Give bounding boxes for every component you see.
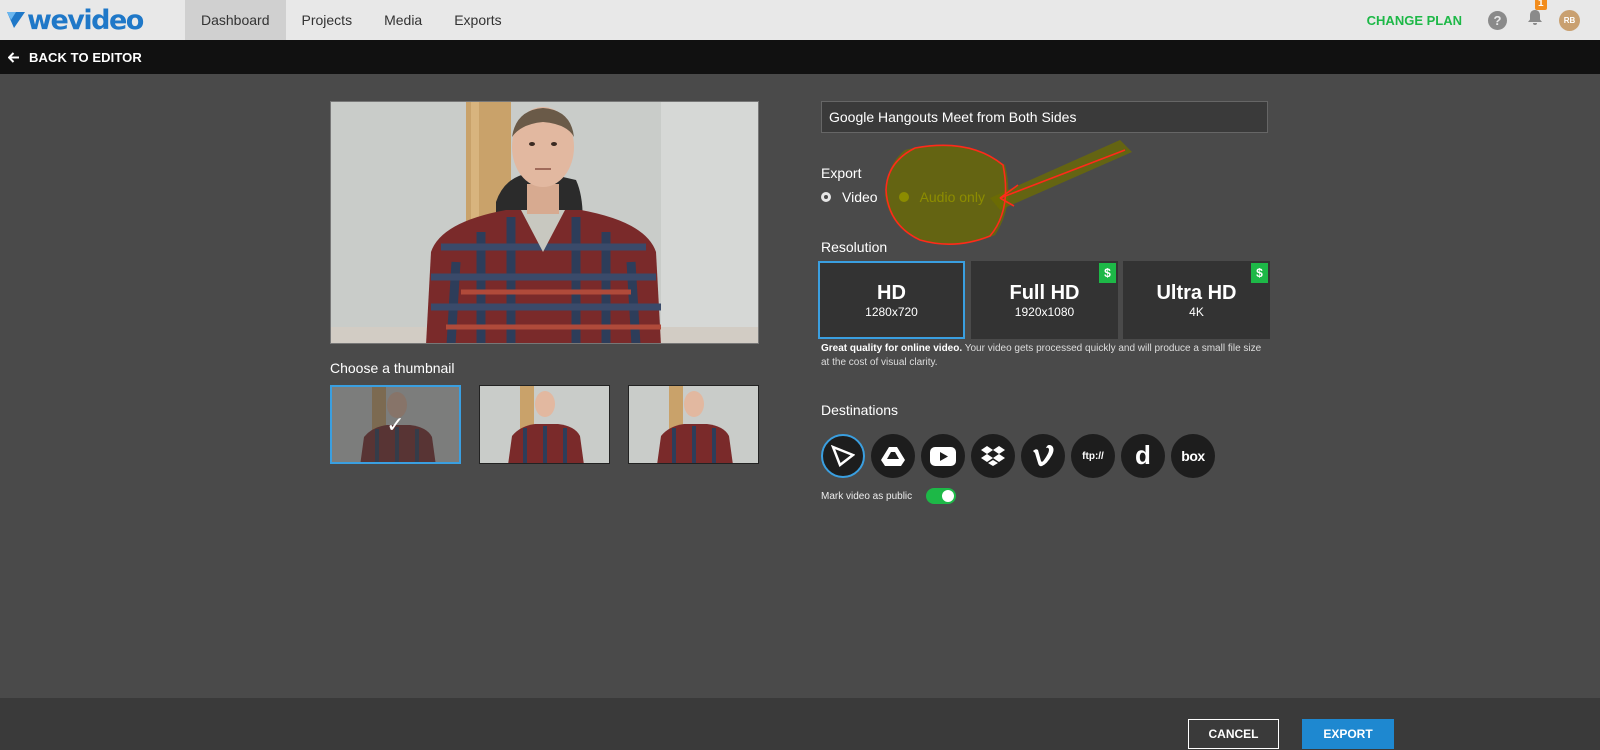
radio-video-label: Video <box>842 189 878 205</box>
export-label: Export <box>821 165 862 181</box>
wevideo-icon <box>831 445 855 467</box>
resolution-hd[interactable]: HD 1280x720 <box>818 261 965 339</box>
resolution-ultra-hd-name: Ultra HD <box>1156 281 1237 304</box>
arrow-left-icon <box>8 51 19 63</box>
bell-icon <box>1528 10 1542 25</box>
thumbnail-image <box>629 386 758 463</box>
google-drive-icon <box>881 446 905 466</box>
mark-public-row: Mark video as public <box>821 488 957 504</box>
radio-audio-only-dot <box>898 192 909 202</box>
dropbox-icon <box>981 446 1005 466</box>
notifications-button[interactable]: 1 <box>1527 0 1547 31</box>
destination-google-drive[interactable] <box>871 434 915 478</box>
thumbnail-option-1[interactable]: ✓ <box>330 385 461 464</box>
destination-box[interactable]: box <box>1171 434 1215 478</box>
wevideo-logo-icon <box>7 12 25 28</box>
tab-exports[interactable]: Exports <box>438 0 517 40</box>
destination-ftp[interactable]: ftp:// <box>1071 434 1115 478</box>
thumbnail-option-2[interactable] <box>479 385 610 464</box>
resolution-full-hd[interactable]: $ Full HD 1920x1080 <box>971 261 1118 339</box>
video-title-input[interactable] <box>821 101 1268 133</box>
annotation-overlay <box>885 140 1132 245</box>
destinations-label: Destinations <box>821 402 899 418</box>
destination-dailymotion[interactable]: d <box>1121 434 1165 478</box>
destination-wevideo[interactable] <box>821 434 865 478</box>
mark-public-toggle[interactable] <box>926 488 957 504</box>
radio-video-dot <box>821 192 831 202</box>
radio-audio-only[interactable]: Audio only <box>898 189 985 205</box>
premium-dollar-icon: $ <box>1251 263 1268 283</box>
radio-video[interactable]: Video <box>821 189 878 205</box>
premium-dollar-icon: $ <box>1099 263 1116 283</box>
resolution-description: Great quality for online video. Your vid… <box>821 342 1271 370</box>
brand-name: wevideo <box>27 4 144 36</box>
radio-audio-only-label: Audio only <box>919 189 985 205</box>
destination-vimeo[interactable] <box>1021 434 1065 478</box>
video-preview <box>330 101 759 344</box>
resolution-hd-name: HD <box>877 281 906 304</box>
cancel-button[interactable]: CANCEL <box>1188 719 1279 749</box>
back-to-editor-label: BACK TO EDITOR <box>29 49 142 65</box>
ftp-icon: ftp:// <box>1082 450 1104 462</box>
checkmark-icon: ✓ <box>386 411 405 437</box>
wevideo-logo[interactable]: wevideo <box>7 7 185 34</box>
resolution-full-hd-size: 1920x1080 <box>1014 304 1075 319</box>
top-nav: wevideo Dashboard Projects Media Exports… <box>0 0 1600 40</box>
notification-badge: 1 <box>1535 0 1547 10</box>
avatar[interactable]: RB <box>1559 9 1580 31</box>
resolution-hd-size: 1280x720 <box>865 304 918 319</box>
thumbnail-title: Choose a thumbnail <box>330 360 455 376</box>
box-icon: box <box>1181 448 1205 464</box>
resolution-ultra-hd[interactable]: $ Ultra HD 4K <box>1123 261 1270 339</box>
toggle-knob <box>942 490 955 502</box>
tab-dashboard[interactable]: Dashboard <box>185 0 286 40</box>
destination-dropbox[interactable] <box>971 434 1015 478</box>
destination-youtube[interactable] <box>921 434 965 478</box>
video-frame-image <box>331 102 758 343</box>
vimeo-icon <box>1033 445 1054 467</box>
thumbnail-image <box>480 386 609 463</box>
tab-media[interactable]: Media <box>368 0 438 40</box>
resolution-ultra-hd-size: 4K <box>1189 304 1204 319</box>
resolution-label: Resolution <box>821 239 888 255</box>
help-icon[interactable]: ? <box>1488 10 1507 30</box>
thumbnail-option-3[interactable] <box>628 385 759 464</box>
youtube-icon <box>930 446 956 466</box>
change-plan-link[interactable]: CHANGE PLAN <box>1367 13 1462 28</box>
back-to-editor-bar[interactable]: BACK TO EDITOR <box>0 40 1600 74</box>
mark-public-label: Mark video as public <box>821 490 913 502</box>
export-type-group: Video Audio only <box>821 189 985 205</box>
resolution-full-hd-name: Full HD <box>1009 281 1080 304</box>
tab-projects[interactable]: Projects <box>286 0 369 40</box>
dailymotion-icon: d <box>1135 439 1151 470</box>
export-button[interactable]: EXPORT <box>1302 719 1394 749</box>
resolution-description-bold: Great quality for online video. <box>821 343 963 354</box>
